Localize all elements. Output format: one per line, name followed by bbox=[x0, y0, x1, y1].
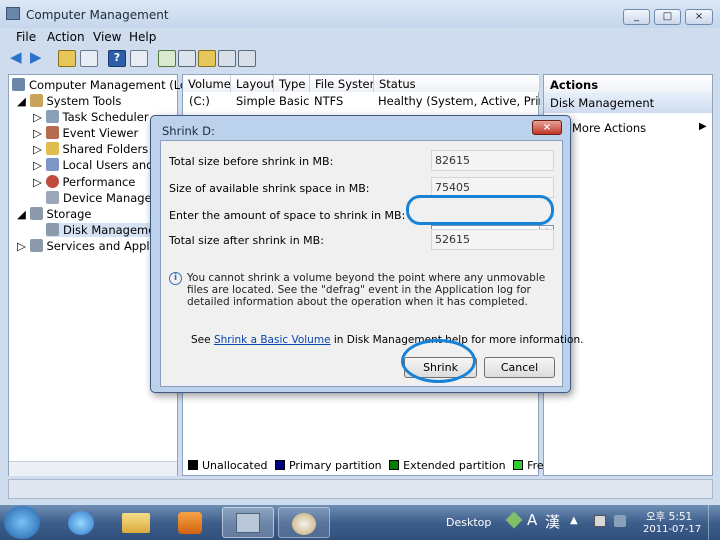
clock-icon bbox=[45, 110, 59, 123]
extended-swatch bbox=[389, 460, 400, 470]
tree-item-storage[interactable]: ◢ Storage bbox=[17, 207, 92, 221]
clock-time[interactable]: 오후 5:51 bbox=[646, 509, 692, 524]
actions-title: Actions bbox=[544, 75, 712, 93]
action-center-icon[interactable] bbox=[594, 515, 606, 527]
event-viewer-icon bbox=[45, 126, 59, 139]
computer-icon bbox=[12, 78, 25, 91]
ime-hanja-label[interactable]: 漢 bbox=[545, 511, 560, 532]
maximize-button[interactable]: □ bbox=[654, 9, 681, 25]
explorer-folder-icon[interactable] bbox=[110, 507, 162, 538]
disk-icon bbox=[46, 223, 59, 236]
volume-muted-icon[interactable] bbox=[614, 515, 626, 527]
column-file-system[interactable]: File System bbox=[310, 75, 374, 92]
open-folder-icon[interactable] bbox=[198, 50, 216, 67]
menu-file[interactable]: File bbox=[16, 30, 36, 44]
start-button[interactable] bbox=[4, 506, 40, 539]
toolbar: ◀ ▶ ? bbox=[0, 47, 720, 71]
tree-item-event-viewer[interactable]: ▷ Event Viewer bbox=[33, 126, 138, 140]
help-icon[interactable]: ? bbox=[108, 50, 126, 67]
properties-icon[interactable] bbox=[178, 50, 196, 67]
total-before-value: 82615 bbox=[431, 150, 554, 171]
tree-item-performance[interactable]: ▷ Performance bbox=[33, 175, 135, 189]
desktop-label[interactable]: Desktop bbox=[446, 516, 491, 529]
more-actions-arrow-icon[interactable]: ▶ bbox=[699, 121, 707, 132]
tree-horizontal-scrollbar[interactable] bbox=[9, 461, 177, 476]
paint-icon[interactable] bbox=[278, 507, 330, 538]
total-after-value: 52615 bbox=[431, 229, 554, 250]
unallocated-swatch bbox=[188, 460, 198, 470]
forward-arrow-icon[interactable]: ▶ bbox=[30, 50, 48, 67]
ime-a-label[interactable]: A bbox=[527, 511, 537, 529]
media-player-icon[interactable] bbox=[164, 507, 216, 538]
partition-legend: Unallocated Primary partition Extended p… bbox=[184, 458, 586, 474]
internet-explorer-icon[interactable] bbox=[56, 507, 108, 538]
more-actions-link[interactable]: More Actions bbox=[572, 121, 646, 135]
free-space-swatch bbox=[513, 460, 524, 470]
column-volume[interactable]: Volume bbox=[183, 75, 231, 92]
minimize-button[interactable]: _ bbox=[623, 9, 650, 25]
refresh-icon[interactable] bbox=[158, 50, 176, 67]
search-icon[interactable] bbox=[218, 50, 236, 67]
device-manager-icon bbox=[46, 191, 59, 204]
tree-item-device-manager[interactable]: Device Manager bbox=[46, 191, 156, 205]
annotation-circle-amount bbox=[406, 195, 554, 225]
window-title: Computer Management bbox=[26, 8, 169, 22]
available-label: Size of available shrink space in MB: bbox=[169, 182, 370, 195]
taskbar: Desktop A 漢 ▲ 오후 5:51 2011-07-17 bbox=[0, 505, 720, 540]
total-after-label: Total size after shrink in MB: bbox=[169, 234, 324, 247]
see-help-line: See Shrink a Basic Volume in Disk Manage… bbox=[191, 334, 584, 346]
title-bar[interactable]: Computer Management _ □ × bbox=[0, 0, 720, 28]
back-arrow-icon[interactable]: ◀ bbox=[10, 50, 28, 67]
amount-label: Enter the amount of space to shrink in M… bbox=[169, 209, 406, 222]
services-icon bbox=[29, 239, 43, 252]
column-type[interactable]: Type bbox=[274, 75, 310, 92]
tree-item-system-tools[interactable]: ◢ System Tools bbox=[17, 94, 121, 108]
column-layout[interactable]: Layout bbox=[231, 75, 274, 92]
tree-item-shared-folders[interactable]: ▷ Shared Folders bbox=[33, 142, 148, 156]
show-hide-tree-icon[interactable] bbox=[80, 50, 98, 67]
table-row[interactable]: (C:) Simple Basic NTFS Healthy (System, … bbox=[183, 93, 540, 109]
annotation-circle-shrink bbox=[401, 339, 476, 383]
tree-item-root[interactable]: Computer Management (Local bbox=[12, 78, 204, 92]
computer-management-taskbar-icon[interactable] bbox=[222, 507, 274, 538]
tools-icon bbox=[29, 94, 43, 107]
shrink-dialog: Shrink D: × Total size before shrink in … bbox=[150, 115, 583, 393]
show-desktop-button[interactable] bbox=[708, 505, 720, 540]
language-bar-icon[interactable] bbox=[505, 511, 523, 529]
show-hidden-icons-icon[interactable]: ▲ bbox=[570, 515, 578, 526]
shrink-basic-volume-link[interactable]: Shrink a Basic Volume bbox=[214, 334, 331, 346]
dialog-title: Shrink D: bbox=[162, 124, 215, 138]
info-text: You cannot shrink a volume beyond the po… bbox=[187, 272, 546, 308]
menu-help[interactable]: Help bbox=[129, 30, 156, 44]
column-status[interactable]: Status bbox=[374, 75, 540, 92]
tree-item-task-scheduler[interactable]: ▷ Task Scheduler bbox=[33, 110, 149, 124]
dialog-close-button[interactable]: × bbox=[532, 120, 562, 135]
menu-view[interactable]: View bbox=[93, 30, 121, 44]
menu-action[interactable]: Action bbox=[47, 30, 85, 44]
settings-icon[interactable] bbox=[238, 50, 256, 67]
shared-folder-icon bbox=[45, 142, 59, 155]
clock-date[interactable]: 2011-07-17 bbox=[643, 524, 701, 535]
performance-icon bbox=[45, 175, 59, 188]
up-folder-icon[interactable] bbox=[58, 50, 76, 67]
cancel-button[interactable]: Cancel bbox=[484, 357, 555, 378]
menu-bar: File Action View Help bbox=[0, 28, 720, 46]
close-button[interactable]: × bbox=[685, 9, 713, 25]
info-icon: i bbox=[169, 272, 182, 285]
actions-disk-management[interactable]: Disk Management bbox=[544, 93, 712, 113]
storage-icon bbox=[29, 207, 43, 220]
show-hide-action-pane-icon[interactable] bbox=[130, 50, 148, 67]
status-bar bbox=[8, 479, 713, 499]
dialog-body: Total size before shrink in MB: 82615 Si… bbox=[160, 140, 583, 387]
computer-management-icon bbox=[6, 7, 20, 20]
total-before-label: Total size before shrink in MB: bbox=[169, 155, 334, 168]
primary-swatch bbox=[274, 460, 285, 470]
users-icon bbox=[45, 158, 59, 171]
